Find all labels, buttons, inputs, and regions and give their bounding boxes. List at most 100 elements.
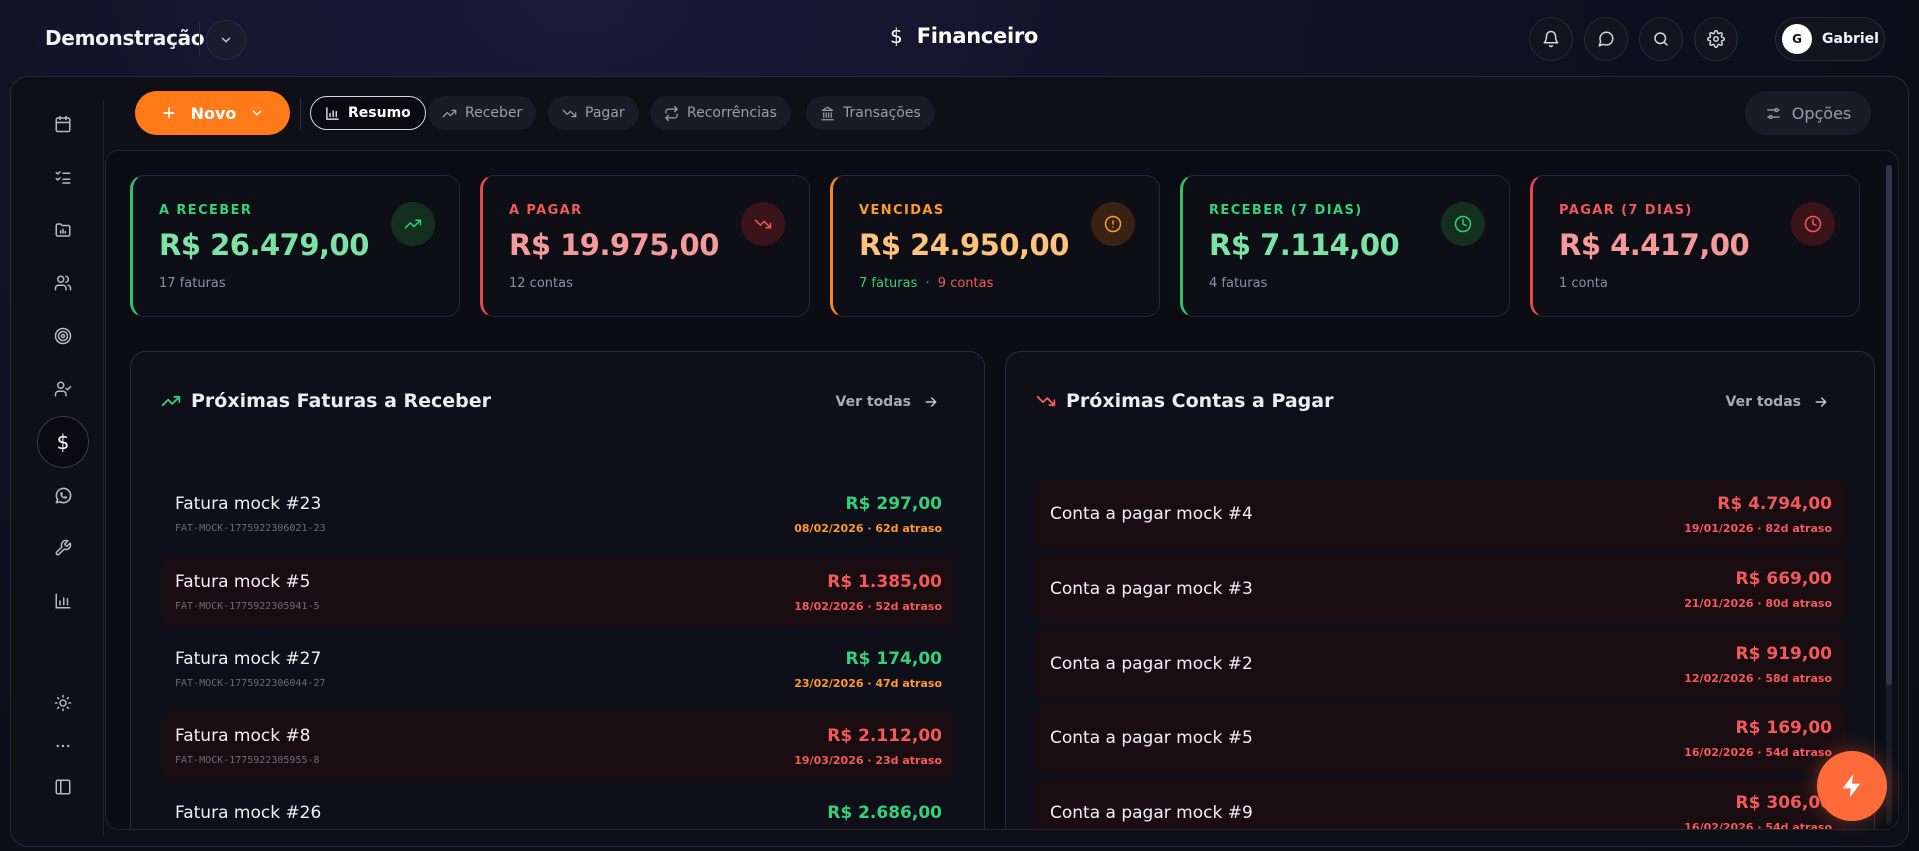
invoice-row[interactable]: Fatura mock #27 FAT-MOCK-1775922306044-2… <box>161 635 956 703</box>
sidebar-item-tasks[interactable] <box>43 157 83 197</box>
bill-amount: R$ 669,00 <box>1735 569 1832 589</box>
sidebar-item-clients[interactable] <box>43 369 83 409</box>
tab-label: Resumo <box>348 105 411 121</box>
scrollbar[interactable] <box>1886 165 1892 825</box>
invoice-name: Fatura mock #27 <box>175 649 322 669</box>
trend-up-icon <box>404 219 422 229</box>
card-label: A RECEBER <box>159 203 253 218</box>
scrollbar-thumb[interactable] <box>1886 165 1892 685</box>
card-value: R$ 19.975,00 <box>509 228 719 262</box>
collapse-sidebar-button[interactable] <box>43 767 83 807</box>
repeat-icon <box>665 105 678 121</box>
lightning-icon <box>1842 774 1861 798</box>
card-sub: 7 faturas · 9 contas <box>859 276 993 291</box>
arrow-right-icon <box>1815 397 1827 407</box>
theme-toggle-button[interactable] <box>43 683 83 723</box>
invoice-row[interactable]: Fatura mock #5 FAT-MOCK-1775922305941-5 … <box>161 558 956 626</box>
bill-name: Conta a pagar mock #3 <box>1050 579 1253 599</box>
sidebar-item-tools[interactable] <box>43 528 83 568</box>
tab-receber[interactable]: Receber <box>428 96 537 130</box>
view-all-payables-link[interactable]: Ver todas <box>1726 394 1829 410</box>
sidebar-item-reports[interactable] <box>43 581 83 621</box>
stat-card-receber[interactable]: A RECEBER R$ 26.479,00 17 faturas <box>130 175 460 317</box>
sidebar-item-whatsapp[interactable] <box>43 475 83 515</box>
tab-resumo[interactable]: Resumo <box>310 96 426 130</box>
workspace-name: Demonstração <box>45 26 205 50</box>
card-value: R$ 24.950,00 <box>859 228 1069 262</box>
invoice-amount: R$ 297,00 <box>845 494 942 514</box>
sidebar-item-contacts[interactable] <box>43 263 83 303</box>
invoice-date: 08/02/2026 · 62d atraso <box>794 522 942 535</box>
card-icon-wrap <box>1791 202 1835 246</box>
quick-action-button[interactable] <box>1817 751 1887 821</box>
sidebar-item-financeiro[interactable]: $ <box>37 416 89 468</box>
chevron-down-icon <box>221 37 231 43</box>
tab-pagar[interactable]: Pagar <box>548 96 639 130</box>
card-label: VENCIDAS <box>859 203 945 218</box>
card-sub-contas: 9 contas <box>937 276 994 291</box>
bill-row[interactable]: Conta a pagar mock #2 R$ 919,00 12/02/20… <box>1036 630 1846 698</box>
bill-date: 19/01/2026 · 82d atraso <box>1684 522 1832 535</box>
stat-card-receber-7d[interactable]: RECEBER (7 DIAS) R$ 7.114,00 4 faturas <box>1180 175 1510 317</box>
tab-transacoes[interactable]: Transações <box>806 96 935 130</box>
invoice-row[interactable]: Fatura mock #26 R$ 2.686,00 <box>161 789 956 829</box>
invoice-date: 19/03/2026 · 23d atraso <box>794 754 942 767</box>
tab-label: Transações <box>843 105 921 121</box>
wrench-icon <box>55 539 72 556</box>
dollar-icon: $ <box>56 430 70 454</box>
invoice-row[interactable]: Fatura mock #23 FAT-MOCK-1775922306021-2… <box>161 480 956 548</box>
card-label: PAGAR (7 DIAS) <box>1559 203 1693 218</box>
card-icon-wrap <box>391 202 435 246</box>
messages-button[interactable] <box>1584 17 1628 61</box>
more-button[interactable] <box>43 726 83 766</box>
more-dots-icon <box>56 744 70 748</box>
sidebar-item-projects[interactable] <box>43 210 83 250</box>
new-button[interactable]: Novo <box>135 91 290 135</box>
trend-down-icon <box>1036 395 1056 407</box>
card-icon-wrap <box>741 202 785 246</box>
user-menu-button[interactable]: G Gabriel <box>1775 17 1885 61</box>
options-button[interactable]: Opções <box>1745 91 1871 135</box>
arrow-right-icon <box>925 397 937 407</box>
invoice-amount: R$ 2.112,00 <box>827 726 942 746</box>
bill-row[interactable]: Conta a pagar mock #3 R$ 669,00 21/01/20… <box>1036 555 1846 623</box>
workspace-switch-button[interactable] <box>206 20 246 60</box>
invoice-amount: R$ 174,00 <box>845 649 942 669</box>
stat-card-pagar[interactable]: A PAGAR R$ 19.975,00 12 contas <box>480 175 810 317</box>
bill-row[interactable]: Conta a pagar mock #9 R$ 306,00 16/02/20… <box>1036 779 1846 829</box>
trend-down-icon <box>754 219 772 229</box>
view-all-receivables-link[interactable]: Ver todas <box>836 394 939 410</box>
user-name: Gabriel <box>1822 31 1879 47</box>
dollar-icon: $ <box>890 24 903 48</box>
card-value: R$ 4.417,00 <box>1559 228 1750 262</box>
invoice-name: Fatura mock #23 <box>175 494 322 514</box>
tab-label: Recorrências <box>687 105 777 121</box>
notifications-button[interactable] <box>1529 17 1573 61</box>
bill-row[interactable]: Conta a pagar mock #5 R$ 169,00 16/02/20… <box>1036 704 1846 772</box>
card-icon-wrap <box>1441 202 1485 246</box>
tab-recorrencias[interactable]: Recorrências <box>650 96 791 130</box>
alert-circle-icon <box>1104 215 1122 233</box>
panel-title: Próximas Contas a Pagar <box>1066 390 1334 412</box>
bill-row[interactable]: Conta a pagar mock #4 R$ 4.794,00 19/01/… <box>1036 480 1846 548</box>
clock-icon <box>1804 215 1822 233</box>
avatar: G <box>1782 24 1812 54</box>
panel-heading: Próximas Faturas a Receber <box>161 390 491 412</box>
invoice-date: 18/02/2026 · 52d atraso <box>794 600 942 613</box>
bell-icon <box>1543 30 1559 48</box>
search-button[interactable] <box>1639 17 1683 61</box>
invoice-amount: R$ 1.385,00 <box>827 572 942 592</box>
invoice-row[interactable]: Fatura mock #8 FAT-MOCK-1775922305955-8 … <box>161 712 956 780</box>
sidebar-item-calendar[interactable] <box>43 104 83 144</box>
payables-panel: Próximas Contas a Pagar Ver todas Conta … <box>1005 351 1875 829</box>
card-sub: 17 faturas <box>159 276 226 291</box>
settings-button[interactable] <box>1694 17 1738 61</box>
stat-card-vencidas[interactable]: VENCIDAS R$ 24.950,00 7 faturas · 9 cont… <box>830 175 1160 317</box>
gear-icon <box>1707 30 1725 48</box>
stat-card-pagar-7d[interactable]: PAGAR (7 DIAS) R$ 4.417,00 1 conta <box>1530 175 1860 317</box>
invoice-code: FAT-MOCK-1775922306021-23 <box>175 523 326 534</box>
card-value: R$ 7.114,00 <box>1209 228 1400 262</box>
card-sub: 12 contas <box>509 276 573 291</box>
sidebar-panel-icon <box>55 779 71 795</box>
sidebar-item-goals[interactable] <box>43 316 83 356</box>
